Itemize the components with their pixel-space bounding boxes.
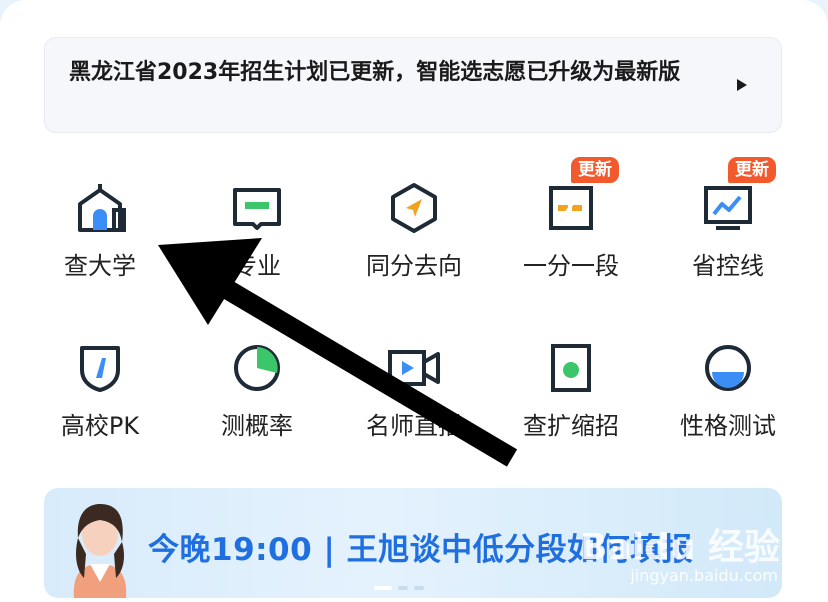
- tool-xingge-ceshi[interactable]: 性格测试: [673, 340, 783, 480]
- notice-text: 黑龙江省2023年招生计划已更新，智能选志愿已升级为最新版: [69, 60, 681, 85]
- document-icon: [543, 340, 599, 396]
- tool-tongfen-quxiang[interactable]: 同分去向: [359, 180, 469, 320]
- tool-gaoxiao-pk[interactable]: 高校PK: [45, 340, 155, 480]
- book-icon: [229, 180, 285, 236]
- tool-label: 查大学: [64, 252, 136, 280]
- tool-label: 省控线: [692, 252, 764, 280]
- video-camera-icon: [386, 340, 442, 396]
- tool-label: 同分去向: [366, 252, 462, 280]
- tool-label: 查扩缩招: [523, 412, 619, 440]
- tool-label: 名师直播: [366, 412, 462, 440]
- tool-label: 性格测试: [680, 412, 776, 440]
- update-badge: 更新: [571, 157, 619, 183]
- watermark-brand: Baidu 经验: [579, 527, 780, 568]
- presenter-avatar: [73, 504, 127, 598]
- main-card: 黑龙江省2023年招生计划已更新，智能选志愿已升级为最新版 查大学 专业 同分去…: [0, 0, 828, 602]
- tool-label: 测概率: [221, 412, 293, 440]
- pie-chart-icon: [229, 340, 285, 396]
- notice-bar[interactable]: 黑龙江省2023年招生计划已更新，智能选志愿已升级为最新版: [44, 37, 782, 133]
- tool-label: 专业: [233, 252, 281, 280]
- compass-hex-icon: [386, 180, 442, 236]
- play-arrow-icon[interactable]: [737, 79, 747, 91]
- score-table-icon: [543, 180, 599, 236]
- tool-mingshi-zhibo[interactable]: 名师直播: [359, 340, 469, 480]
- tool-cha-daxue[interactable]: 查大学: [45, 180, 155, 320]
- university-icon: [72, 180, 128, 236]
- tool-label: 高校PK: [60, 412, 140, 440]
- circle-gauge-icon: [700, 340, 756, 396]
- tool-cha-kuosuozhao[interactable]: 查扩缩招: [516, 340, 626, 480]
- line-chart-icon: [700, 180, 756, 236]
- tool-ce-gailv[interactable]: 测概率: [202, 340, 312, 480]
- watermark-url: jingyan.baidu.com: [630, 566, 778, 585]
- tool-zhuanye[interactable]: 专业: [202, 180, 312, 320]
- update-badge: 更新: [728, 157, 776, 183]
- tool-yifen-yiduan[interactable]: 一分一段 更新: [516, 157, 626, 320]
- shield-icon: [72, 340, 128, 396]
- carousel-indicator: [374, 586, 424, 590]
- tool-shengkongxian[interactable]: 省控线 更新: [673, 157, 783, 320]
- tool-label: 一分一段: [523, 252, 619, 280]
